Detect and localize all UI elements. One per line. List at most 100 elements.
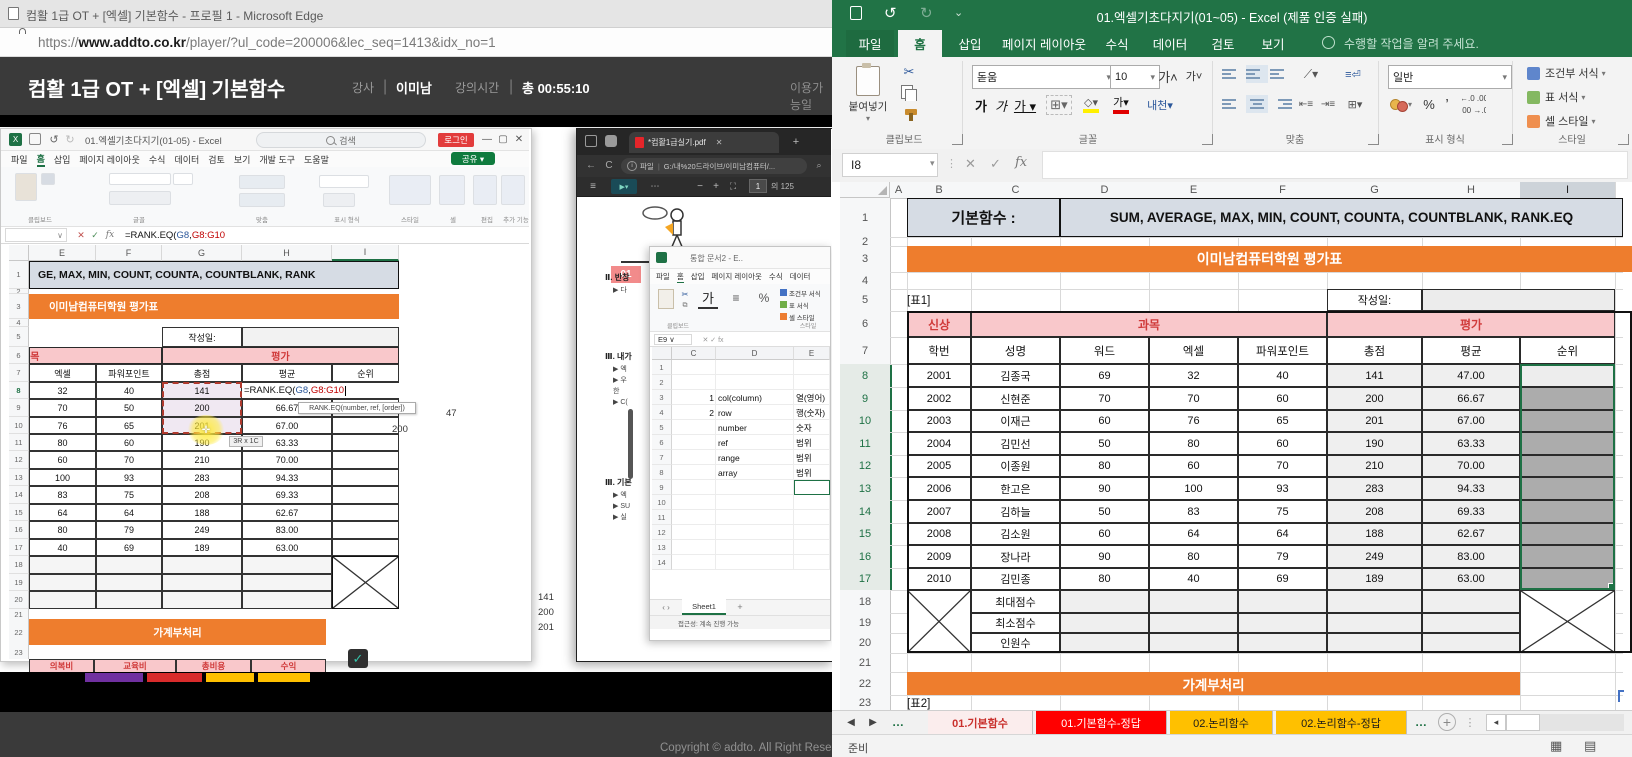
phonetic-icon[interactable]: 내천▾ bbox=[1142, 95, 1178, 115]
cell-ppt-r16[interactable]: 79 bbox=[1238, 545, 1327, 568]
row-header-12[interactable]: 12 bbox=[840, 455, 892, 478]
cell-ppt-r12[interactable]: 70 bbox=[1238, 455, 1327, 477]
cell-word-r15[interactable]: 60 bbox=[1060, 523, 1149, 545]
cell-summary-value[interactable] bbox=[1238, 633, 1327, 653]
row-header-9[interactable]: 9 bbox=[840, 387, 892, 411]
fill-color-icon[interactable]: ◇▾ bbox=[1078, 93, 1104, 115]
cell-table2-label[interactable]: [표2] bbox=[907, 695, 971, 710]
cell-total-r17[interactable]: 189 bbox=[1327, 568, 1422, 590]
column-header-H[interactable]: H bbox=[1422, 182, 1521, 199]
cell-group-evaluation[interactable]: 평가 bbox=[1327, 311, 1615, 337]
cell-excel-r9[interactable]: 70 bbox=[1149, 387, 1238, 410]
underline-icon[interactable]: 가 ▾ bbox=[1012, 95, 1038, 115]
cell-name-r10[interactable]: 이재근 bbox=[971, 410, 1060, 432]
font-name-combo[interactable]: 돋움 ▾ bbox=[972, 65, 1116, 89]
font-color-icon[interactable]: 가▾ bbox=[1108, 93, 1134, 115]
orientation-icon[interactable]: ⟋▾ bbox=[1298, 65, 1324, 83]
align-middle-icon[interactable] bbox=[1246, 65, 1268, 83]
cell-total-r9[interactable]: 200 bbox=[1327, 387, 1422, 410]
cell-id-r14[interactable]: 2007 bbox=[907, 500, 971, 523]
cell-ppt-r13[interactable]: 93 bbox=[1238, 477, 1327, 500]
cell-summary-value[interactable] bbox=[1422, 590, 1520, 613]
ribbon-tab-파일[interactable]: 파일 bbox=[846, 30, 894, 57]
italic-icon[interactable]: 가 bbox=[992, 95, 1010, 115]
cell-rank-r12[interactable] bbox=[1520, 455, 1615, 477]
cell-word-r13[interactable]: 90 bbox=[1060, 477, 1149, 500]
cell-summary-label-인원수[interactable]: 인원수 bbox=[971, 633, 1060, 653]
cell-summary-value[interactable] bbox=[1149, 590, 1238, 613]
cell-summary-label-최소점수[interactable]: 최소점수 bbox=[971, 613, 1060, 633]
row-header-6[interactable]: 6 bbox=[840, 311, 891, 338]
cancel-icon[interactable]: ✕ bbox=[965, 156, 976, 172]
cell-summary-value[interactable] bbox=[1149, 613, 1238, 633]
enter-icon[interactable]: ✓ bbox=[990, 156, 1001, 172]
cell-id-r16[interactable]: 2009 bbox=[907, 545, 971, 568]
dialog-launcher-alignment[interactable] bbox=[1368, 134, 1379, 145]
cell-name-r14[interactable]: 김하늘 bbox=[971, 500, 1060, 523]
row-header-8[interactable]: 8 bbox=[840, 364, 892, 388]
align-center-icon[interactable] bbox=[1246, 95, 1268, 113]
align-top-icon[interactable] bbox=[1222, 65, 1244, 83]
cell-id-r13[interactable]: 2006 bbox=[907, 477, 971, 500]
cell-word-r8[interactable]: 69 bbox=[1060, 364, 1149, 387]
tell-me-bulb-icon[interactable] bbox=[1322, 36, 1335, 49]
accounting-format-icon[interactable]: ▾ bbox=[1388, 95, 1414, 113]
sheet-tab-02.논리함수-정답[interactable]: 02.논리함수-정답 bbox=[1276, 711, 1407, 734]
row-header-14[interactable]: 14 bbox=[840, 500, 892, 524]
cell-word-r10[interactable]: 60 bbox=[1060, 410, 1149, 432]
row-header-21[interactable]: 21 bbox=[840, 653, 891, 673]
row-header-7[interactable]: 7 bbox=[840, 337, 891, 365]
edge-urlbar[interactable]: https://www.addto.co.kr/player/?ul_code=… bbox=[0, 28, 832, 57]
borders-icon[interactable]: ⊞▾ bbox=[1046, 95, 1072, 115]
cell-word-r12[interactable]: 80 bbox=[1060, 455, 1149, 477]
percent-icon[interactable]: % bbox=[1420, 95, 1438, 113]
url-text[interactable]: https://www.addto.co.kr/player/?ul_code=… bbox=[38, 35, 496, 50]
merge-center-icon[interactable]: ⊞▾ bbox=[1340, 95, 1370, 113]
cell-group-personal[interactable]: 신상 bbox=[907, 311, 971, 337]
namebox-dropdown-icon[interactable]: ▾ bbox=[930, 158, 935, 169]
cell-total-r16[interactable]: 249 bbox=[1327, 545, 1422, 568]
column-header-E[interactable]: E bbox=[1149, 182, 1239, 199]
cell-name-r16[interactable]: 장나라 bbox=[971, 545, 1060, 568]
cell-rank-r15[interactable] bbox=[1520, 523, 1615, 545]
normal-view-icon[interactable]: ▦ bbox=[1550, 738, 1562, 754]
row-header-1[interactable]: 1 bbox=[840, 198, 891, 238]
row-header-11[interactable]: 11 bbox=[840, 432, 892, 456]
style-button-조건부 서식[interactable]: 조건부 서식 ▾ bbox=[1522, 63, 1626, 83]
cell-excel-r10[interactable]: 76 bbox=[1149, 410, 1238, 432]
cell-id-r11[interactable]: 2004 bbox=[907, 432, 971, 455]
cell-rank-r17[interactable] bbox=[1520, 568, 1615, 590]
cell-column-header-순위[interactable]: 순위 bbox=[1520, 337, 1615, 364]
align-bottom-icon[interactable] bbox=[1270, 65, 1292, 83]
cell-name-r12[interactable]: 이종원 bbox=[971, 455, 1060, 477]
increase-decimal-icon[interactable]: ←.0 .00 bbox=[1462, 93, 1486, 104]
cell-excel-r17[interactable]: 40 bbox=[1149, 568, 1238, 590]
cell-word-r9[interactable]: 70 bbox=[1060, 387, 1149, 410]
sheet-nav-prev-icon[interactable]: ◀ bbox=[844, 715, 858, 729]
row-header-4[interactable]: 4 bbox=[840, 272, 891, 290]
cell-diagonal-blank[interactable] bbox=[907, 590, 971, 653]
cell-name-r9[interactable]: 신현준 bbox=[971, 387, 1060, 410]
cell-ppt-r9[interactable]: 60 bbox=[1238, 387, 1327, 410]
shrink-font-icon[interactable]: 가˅ bbox=[1182, 65, 1206, 87]
sheet-tab-01.기본함수-정답[interactable]: 01.기본함수-정답 bbox=[1036, 711, 1167, 734]
cell-total-r11[interactable]: 190 bbox=[1327, 432, 1422, 455]
comma-icon[interactable]: ’ bbox=[1440, 95, 1454, 113]
row-header-15[interactable]: 15 bbox=[840, 523, 892, 546]
cell-rank-r16[interactable] bbox=[1520, 545, 1615, 568]
cell-total-r10[interactable]: 201 bbox=[1327, 410, 1422, 432]
cell-rank-r11[interactable] bbox=[1520, 432, 1615, 455]
cell-avg-r14[interactable]: 69.33 bbox=[1422, 500, 1520, 523]
row-header-5[interactable]: 5 bbox=[840, 289, 891, 312]
cell-id-r17[interactable]: 2010 bbox=[907, 568, 971, 590]
cell-summary-value[interactable] bbox=[1149, 633, 1238, 653]
cell-summary-value[interactable] bbox=[1238, 613, 1327, 633]
row-header-19[interactable]: 19 bbox=[840, 613, 891, 634]
cell-excel-r13[interactable]: 100 bbox=[1149, 477, 1238, 500]
cell-summary-value[interactable] bbox=[1422, 613, 1520, 633]
paste-button[interactable]: 붙여넣기 ▾ bbox=[846, 63, 890, 125]
style-button-표 서식[interactable]: 표 서식 ▾ bbox=[1522, 87, 1626, 107]
row-header-20[interactable]: 20 bbox=[840, 633, 891, 654]
cell-summary-value[interactable] bbox=[1060, 613, 1149, 633]
row-header-23[interactable]: 23 bbox=[840, 695, 891, 710]
